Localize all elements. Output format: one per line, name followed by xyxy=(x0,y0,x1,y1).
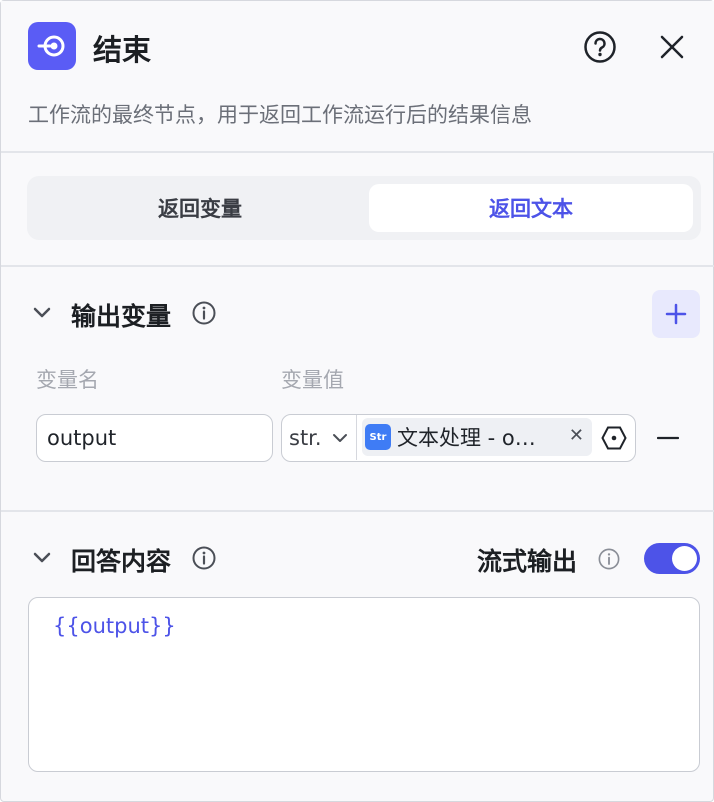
tab-return-variable[interactable]: 返回变量 xyxy=(35,184,365,232)
stream-output-label: 流式输出 xyxy=(477,547,578,576)
stream-output-toggle[interactable] xyxy=(644,543,700,574)
info-icon[interactable] xyxy=(596,546,622,572)
node-description: 工作流的最终节点，用于返回工作流运行后的结果信息 xyxy=(28,103,532,127)
variable-reference-chip[interactable]: Str 文本处理 - o… ✕ xyxy=(362,418,592,456)
panel-header: 结束 工作流的最终节点，用于返回工作流运行后的结果信息 xyxy=(1,1,714,151)
collapse-output-chevron-icon[interactable] xyxy=(31,302,53,324)
divider xyxy=(1,510,714,512)
return-mode-switch: 返回变量 返回文本 xyxy=(27,176,701,240)
collapse-answer-chevron-icon[interactable] xyxy=(31,547,53,569)
help-icon[interactable] xyxy=(581,28,619,66)
type-select-value: str. xyxy=(289,425,322,450)
remove-row-icon[interactable] xyxy=(656,426,680,450)
variable-name-input[interactable]: output xyxy=(36,414,273,462)
variable-value-field: str. Str 文本处理 - o… ✕ xyxy=(281,414,636,462)
column-label-value: 变量值 xyxy=(281,368,344,392)
plus-icon xyxy=(665,303,687,325)
divider xyxy=(1,265,714,267)
chevron-down-icon xyxy=(332,433,348,443)
divider xyxy=(1,151,714,153)
output-section-title: 输出变量 xyxy=(71,302,172,331)
add-variable-button[interactable] xyxy=(652,290,700,338)
type-select[interactable]: str. xyxy=(282,415,357,460)
info-icon[interactable] xyxy=(191,545,217,571)
string-type-icon: Str xyxy=(365,424,391,450)
toggle-knob xyxy=(672,546,697,571)
info-icon[interactable] xyxy=(191,300,217,326)
variable-picker-icon[interactable] xyxy=(600,424,628,452)
page-title: 结束 xyxy=(93,33,152,67)
end-node-panel: 结束 工作流的最终节点，用于返回工作流运行后的结果信息 返回变量 返回文本 输出… xyxy=(0,0,714,802)
close-icon[interactable] xyxy=(653,28,691,66)
tab-return-text[interactable]: 返回文本 xyxy=(369,184,693,232)
end-node-icon xyxy=(28,22,76,70)
answer-section-title: 回答内容 xyxy=(71,547,172,576)
answer-content-editor[interactable]: {{output}} xyxy=(28,597,700,772)
reference-label: 文本处理 - o… xyxy=(397,426,536,450)
column-label-name: 变量名 xyxy=(36,368,99,392)
remove-reference-icon[interactable]: ✕ xyxy=(569,425,584,446)
answer-content-text: {{output}} xyxy=(53,614,176,638)
